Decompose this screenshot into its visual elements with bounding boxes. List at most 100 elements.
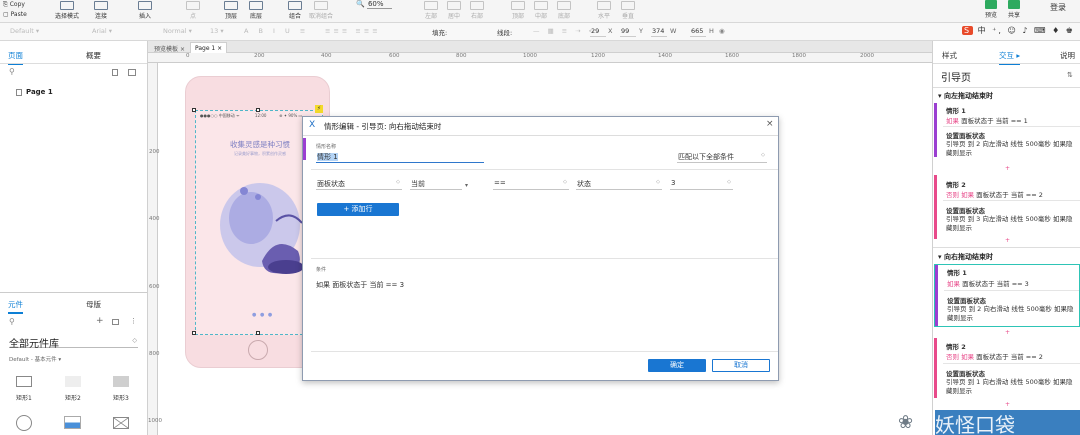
line-style-buttons[interactable]: — ▦ ≡ ⇢ ⇠ (533, 27, 597, 35)
share-button[interactable]: 共享 (1008, 0, 1020, 19)
cancel-button[interactable]: 取消 (712, 359, 770, 372)
align-middle-button[interactable]: 中部 (534, 1, 548, 20)
close-dialog-icon[interactable]: × (766, 119, 774, 129)
send-bottom-button[interactable]: 底层 (249, 1, 263, 20)
alignment-buttons[interactable]: ≡≡≡ ≡≡≡ (325, 27, 381, 35)
rectangle1-widget[interactable] (16, 376, 32, 387)
case-name: 情形 2 (946, 181, 966, 189)
more-icon[interactable]: ⋮ (130, 317, 137, 325)
library-select[interactable]: 全部元件库 ◇ (9, 335, 138, 350)
add-folder-icon[interactable] (128, 69, 136, 76)
tab-notes[interactable]: 说明 (1060, 50, 1075, 61)
visibility-icon[interactable]: ◉ (719, 27, 725, 35)
search-icon[interactable]: ⚲ (9, 67, 15, 76)
case-item[interactable]: 情形 2 否则 如果 面板状态于 当前 == 2 设置面板状态 引导页 到 3 … (934, 175, 1080, 239)
condition-operator-select[interactable]: == ◇ (493, 179, 569, 190)
copy-button[interactable]: ⎘ Copy (3, 1, 25, 9)
tab-outline[interactable]: 概要 (86, 50, 101, 61)
close-icon[interactable]: × (180, 46, 185, 53)
align-right-button[interactable]: 右部 (470, 1, 484, 20)
image-widget-icon[interactable] (64, 416, 81, 429)
action-detail: 引导页 到 2 向右滑动 线性 500毫秒 如果隐藏则显示 (947, 305, 1074, 322)
ellipse-widget[interactable] (16, 415, 32, 431)
align-center-button[interactable]: 居中 (447, 1, 461, 20)
case-item[interactable]: 情形 1 如果 面板状态于 当前 == 1 设置面板状态 引导页 到 2 向左滑… (934, 103, 1080, 157)
zoom-select[interactable]: 🔍 60% (356, 0, 392, 9)
sogou-icon: S (962, 26, 974, 35)
h-input[interactable]: 665 (690, 27, 706, 37)
condition-object-select[interactable]: 当前 (410, 179, 462, 190)
event-swipe-left-end[interactable]: ▾ 向左拖动结束时 (938, 91, 993, 101)
selection-handle[interactable] (192, 331, 196, 335)
ime-toolbar[interactable]: S 中 ⁺, ☺ ♪ ⌨ ♦ ♚ ▦ (962, 25, 1080, 36)
library-search-icon[interactable]: ⚲ (9, 317, 15, 326)
selection-handle[interactable] (256, 108, 260, 112)
action-title: 设置面板状态 (946, 370, 985, 378)
w-input[interactable]: 374 (651, 27, 667, 37)
copy-icon: ⎘ (3, 1, 10, 8)
case-item[interactable]: 情形 2 否则 如果 面板状态于 当前 == 2 设置面板状态 引导页 到 1 … (934, 338, 1080, 398)
tab-preview-template[interactable]: 预览模板 × (150, 42, 189, 53)
ungroup-button[interactable]: 取消组合 (309, 1, 333, 20)
align-top-button[interactable]: 顶部 (511, 1, 525, 20)
tab-widgets[interactable]: 元件 (8, 299, 23, 314)
login-button[interactable]: 登录 (1050, 2, 1066, 13)
connect-button[interactable]: 连接 (94, 1, 108, 20)
case-item-selected[interactable]: 情形 1 如果 面板状态于 当前 == 3 设置面板状态 引导页 到 2 向右滑… (934, 264, 1080, 327)
select-mode-button[interactable]: 选择模式 (55, 1, 79, 20)
rectangle2-widget[interactable] (65, 376, 81, 387)
condition-target-select[interactable]: 面板状态 ◇ (316, 179, 402, 190)
library-menu-icon[interactable] (112, 319, 119, 325)
ruler-number: 800 (149, 351, 160, 357)
style-select[interactable]: Default ▾ (10, 27, 39, 35)
add-case-marker[interactable]: + (1005, 401, 1010, 408)
tab-masters[interactable]: 母版 (86, 299, 101, 310)
match-mode-select[interactable]: 匹配以下全部条件 ◇ (677, 152, 767, 163)
point-button[interactable]: 点 (186, 1, 200, 20)
pagination-dots[interactable]: ● ● ● (252, 312, 273, 318)
interaction-settings-icon[interactable]: ⇅ (1067, 71, 1073, 79)
x-input[interactable]: 29 (590, 27, 606, 37)
action-detail: 引导页 到 3 向左滑动 线性 500毫秒 如果隐藏则显示 (946, 215, 1073, 232)
align-left-button[interactable]: 左部 (424, 1, 438, 20)
align-bottom-button[interactable]: 底部 (557, 1, 571, 20)
preview-button[interactable]: 预览 (985, 0, 997, 19)
tab-style[interactable]: 样式 (942, 50, 957, 61)
condition-value-type-select[interactable]: 状态 ◇ (576, 179, 662, 190)
font-size-select[interactable]: 13 ▾ (210, 27, 224, 35)
case-name-input[interactable]: 情形 1 (316, 152, 484, 163)
connect-icon (94, 1, 108, 10)
selection-handle[interactable] (256, 331, 260, 335)
dropdown-arrow-icon[interactable]: ▾ (465, 182, 468, 189)
group-button[interactable]: 组合 (288, 1, 302, 20)
ok-button[interactable]: 确定 (648, 359, 706, 372)
add-row-button[interactable]: + 添加行 (317, 203, 399, 216)
ruler-number: 0 (186, 53, 190, 59)
distribute-v-button[interactable]: 垂直 (621, 1, 635, 20)
placeholder-widget[interactable] (113, 417, 129, 429)
add-case-marker[interactable]: + (1005, 237, 1010, 244)
font-weight-select[interactable]: Normal ▾ (163, 27, 192, 35)
event-swipe-right-end[interactable]: ▾ 向右拖动结束时 (938, 252, 993, 262)
paste-button[interactable]: ▢ Paste (3, 11, 27, 18)
condition-value-input[interactable]: 3 ◇ (670, 179, 733, 190)
font-select[interactable]: Arial ▾ (92, 27, 112, 35)
page-list-item[interactable]: Page 1 (26, 88, 53, 96)
bring-top-button[interactable]: 顶层 (224, 1, 238, 20)
insert-button[interactable]: 插入 (138, 1, 152, 20)
close-icon[interactable]: × (217, 45, 222, 52)
rectangle3-widget[interactable] (113, 376, 129, 387)
ruler-number: 1800 (792, 53, 806, 59)
text-format-buttons[interactable]: A B I U ≡ (244, 27, 309, 35)
add-page-icon[interactable] (112, 69, 118, 76)
widget-name[interactable]: 引导页 (941, 69, 971, 84)
y-input[interactable]: 99 (620, 27, 636, 37)
ruler-number: 1400 (658, 53, 672, 59)
add-library-icon[interactable]: + (96, 316, 104, 326)
placeholder-cross-icon (113, 417, 129, 429)
add-case-marker[interactable]: + (1005, 329, 1010, 336)
add-case-marker[interactable]: + (1005, 165, 1010, 172)
tab-page1[interactable]: Page 1 × (190, 42, 228, 53)
selection-handle[interactable] (192, 108, 196, 112)
distribute-h-button[interactable]: 水平 (597, 1, 611, 20)
